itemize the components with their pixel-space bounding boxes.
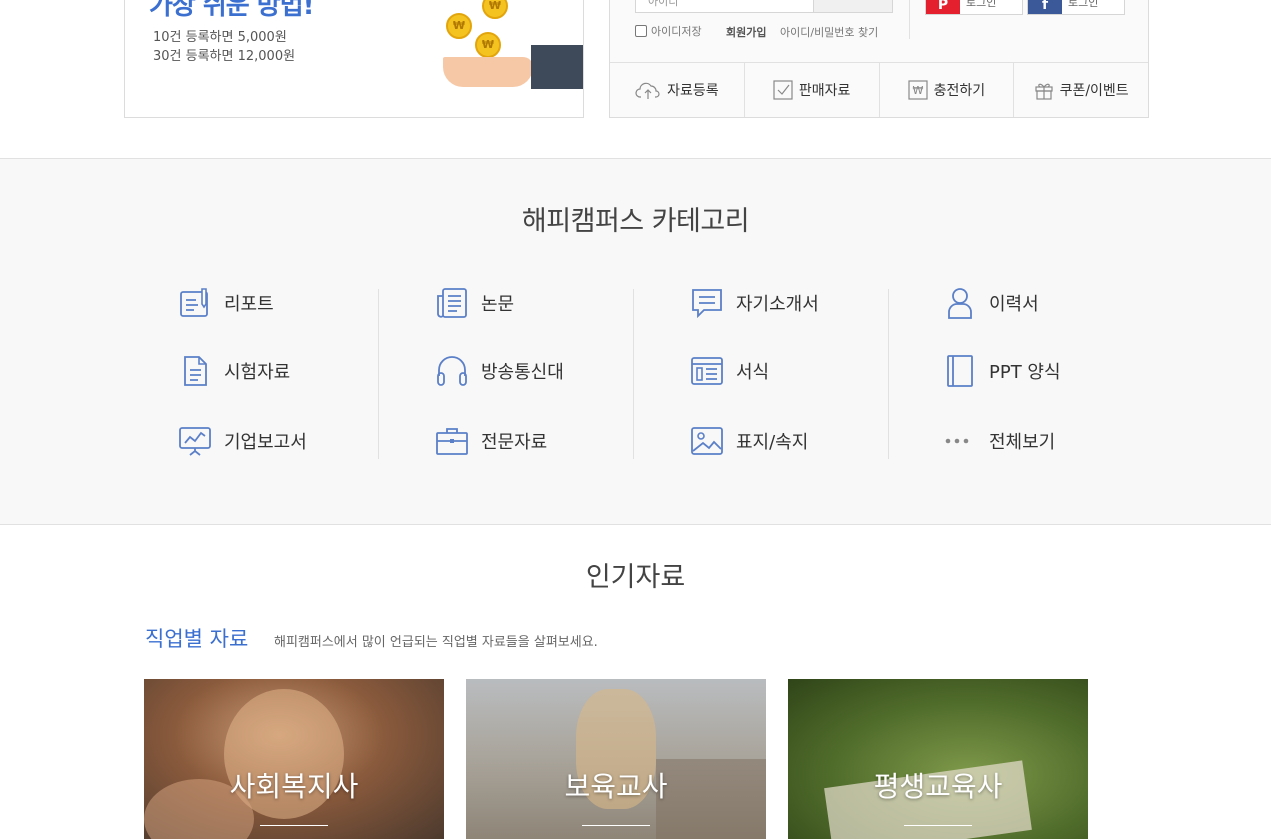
sleeve-illustration: [531, 45, 583, 89]
card-label: 사회복지사: [229, 770, 359, 803]
coin-icon: ₩: [482, 0, 508, 19]
login-box: 아이디 아이디저장 회원가입 아이디/비밀번호 찾기 P 로그인 f 로그인 자…: [609, 0, 1149, 118]
quick-charge-label: 충전하기: [933, 83, 986, 99]
category-item-cover-letter[interactable]: 자기소개서: [690, 283, 819, 323]
quick-sales[interactable]: 판매자료: [745, 63, 880, 117]
person-icon: [943, 286, 977, 320]
category-section: 해피캠퍼스 카테고리 리포트 시험자료 기업보고서 논문 방송통신대 전문자료 …: [0, 159, 1271, 525]
hand-illustration: [443, 57, 533, 87]
sns-login-label: 로그인: [966, 0, 997, 9]
card-label: 보육교사: [564, 770, 668, 803]
category-item-label: 리포트: [224, 294, 274, 315]
quick-coupon[interactable]: 쿠폰/이벤트: [1014, 63, 1148, 117]
category-column: 이력서 PPT 양식 전체보기: [888, 288, 1143, 461]
category-item-corp-report[interactable]: 기업보고서: [178, 421, 307, 461]
more-dots-icon: [943, 424, 977, 458]
category-item-label: 기업보고서: [224, 432, 307, 453]
category-item-exam[interactable]: 시험자료: [178, 351, 290, 391]
coin-icon: ₩: [446, 13, 472, 39]
form-icon: [690, 354, 724, 388]
job-section-desc: 해피캠퍼스에서 많이 언급되는 직업별 자료들을 살펴보세요.: [274, 635, 598, 650]
svg-text:₩: ₩: [912, 84, 923, 97]
report-icon: [178, 286, 212, 320]
checkbox-icon[interactable]: [635, 25, 647, 37]
category-title: 해피캠퍼스 카테고리: [521, 206, 750, 237]
quick-charge[interactable]: ₩ 충전하기: [880, 63, 1015, 117]
job-card-lifelong-educator[interactable]: 평생교육사: [788, 679, 1088, 839]
promo-line-1: 10건 등록하면 5,000원: [153, 30, 287, 45]
category-item-label: 이력서: [989, 294, 1039, 315]
category-item-label: 서식: [736, 362, 770, 383]
divider: [909, 0, 910, 39]
popular-title: 인기자료: [585, 562, 686, 593]
quick-sales-label: 판매자료: [798, 83, 851, 99]
category-item-professional[interactable]: 전문자료: [435, 421, 547, 461]
promo-line-2: 30건 등록하면 12,000원: [153, 49, 296, 64]
job-card-social-worker[interactable]: 사회복지사: [144, 679, 444, 839]
id-input[interactable]: 아이디: [635, 0, 815, 13]
category-item-form[interactable]: 서식: [690, 351, 769, 391]
sns-login-button[interactable]: P 로그인: [925, 0, 1023, 15]
category-item-resume[interactable]: 이력서: [943, 283, 1039, 323]
card-underline: [582, 825, 650, 826]
top-section: 가장 쉬운 방법! 10건 등록하면 5,000원 30건 등록하면 12,00…: [0, 0, 1271, 159]
category-item-label: 표지/속지: [736, 432, 809, 453]
login-form: 아이디 아이디저장 회원가입 아이디/비밀번호 찾기 P 로그인 f 로그인: [610, 0, 1148, 63]
category-item-label: 전문자료: [481, 432, 548, 453]
quick-menu: 자료등록 판매자료 ₩ 충전하기 쿠폰/이벤트: [610, 63, 1148, 117]
promo-title: 가장 쉬운 방법!: [149, 0, 314, 21]
card-underline: [260, 825, 328, 826]
promo-banner[interactable]: 가장 쉬운 방법! 10건 등록하면 5,000원 30건 등록하면 12,00…: [124, 0, 584, 118]
quick-coupon-label: 쿠폰/이벤트: [1059, 83, 1129, 99]
category-item-report[interactable]: 리포트: [178, 283, 274, 323]
coin-icon: ₩: [475, 32, 501, 58]
briefcase-icon: [435, 424, 469, 458]
category-item-ppt[interactable]: PPT 양식: [943, 351, 1061, 391]
category-item-cover[interactable]: 표지/속지: [690, 421, 808, 461]
card-label: 평생교육사: [873, 770, 1003, 803]
find-account-link[interactable]: 아이디/비밀번호 찾기: [780, 24, 878, 40]
category-item-label: 자기소개서: [736, 294, 819, 315]
category-item-all[interactable]: 전체보기: [943, 421, 1055, 461]
facebook-icon: f: [1028, 0, 1062, 14]
facebook-login-label: 로그인: [1068, 0, 1099, 9]
category-item-label: PPT 양식: [989, 362, 1061, 383]
quick-upload-label: 자료등록: [667, 83, 719, 99]
checkbox-icon: [773, 80, 793, 100]
headphones-icon: [435, 354, 469, 388]
won-icon: ₩: [908, 80, 928, 100]
cloud-upload-icon: [635, 82, 660, 99]
newspaper-icon: [435, 286, 469, 320]
category-item-label: 방송통신대: [481, 362, 564, 383]
login-button[interactable]: [813, 0, 893, 13]
quick-upload[interactable]: 자료등록: [610, 63, 745, 117]
gift-icon: [1034, 83, 1053, 100]
save-id-checkbox[interactable]: 아이디저장: [635, 23, 702, 39]
category-column: 논문 방송통신대 전문자료: [378, 288, 633, 461]
save-id-label: 아이디저장: [651, 25, 702, 38]
image-icon: [690, 424, 724, 458]
category-item-label: 논문: [481, 294, 515, 315]
category-item-thesis[interactable]: 논문: [435, 283, 514, 323]
category-column: 자기소개서 서식 표지/속지: [633, 289, 888, 459]
book-icon: [943, 354, 977, 388]
job-card-childcare-teacher[interactable]: 보육교사: [466, 679, 766, 839]
document-icon: [178, 354, 212, 388]
speech-bubble-icon: [690, 286, 724, 320]
p-logo-icon: P: [926, 0, 960, 14]
category-item-knou[interactable]: 방송통신대: [435, 351, 564, 391]
job-section-title: 직업별 자료: [145, 627, 249, 651]
facebook-login-button[interactable]: f 로그인: [1027, 0, 1125, 15]
category-item-label: 시험자료: [224, 362, 291, 383]
card-underline: [904, 825, 972, 826]
presentation-icon: [178, 424, 212, 458]
category-item-label: 전체보기: [989, 432, 1056, 453]
join-link[interactable]: 회원가입: [726, 24, 766, 40]
